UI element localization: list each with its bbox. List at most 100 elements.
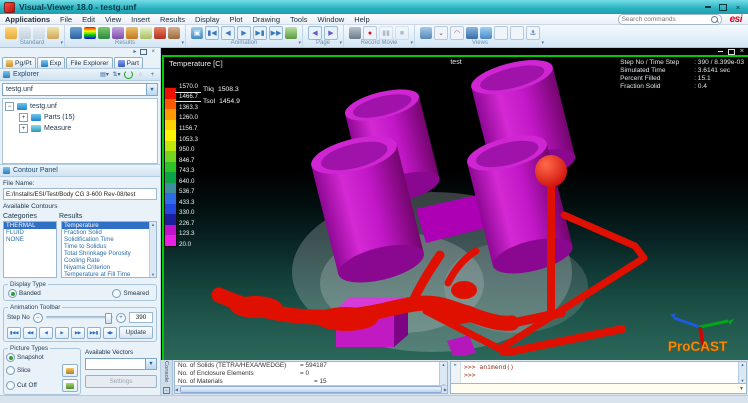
iso-view-icon[interactable] [420,27,432,39]
first-frame-icon[interactable]: ▮◀ [205,26,219,40]
mdi-close-icon[interactable]: × [740,48,744,55]
search-commands-box[interactable] [618,14,722,25]
cut-icon[interactable] [19,27,31,39]
group-overflow-arrow[interactable]: ▾ [60,40,63,46]
radio-banded[interactable]: Banded [8,289,41,298]
console-expand-icon[interactable]: + [163,387,170,394]
group-overflow-arrow[interactable]: ▾ [339,40,342,46]
next-page-icon[interactable]: ▶ [324,26,338,40]
step-increment-icon[interactable]: + [116,313,126,323]
step-forward-button[interactable]: ▶▶ [71,327,85,339]
refresh-icon[interactable] [124,70,133,79]
contour-icon[interactable] [84,27,96,39]
section-cut-icon[interactable] [126,27,138,39]
menu-file[interactable]: File [55,15,77,24]
menu-display[interactable]: Display [190,15,225,24]
menu-applications[interactable]: Applications [0,15,55,24]
step-slider[interactable] [46,316,113,319]
results-panel-icon[interactable] [70,27,82,39]
camera-icon[interactable] [349,27,361,39]
menu-window[interactable]: Window [313,15,350,24]
tree-options-icon[interactable]: ▤▾ [100,71,109,79]
copy-icon[interactable] [33,27,45,39]
tab-exp[interactable]: Exp [37,57,66,68]
loop-button[interactable]: ◀▶ [103,327,117,339]
spin-view-icon[interactable] [466,27,478,39]
first-step-button[interactable]: ▮◀◀ [7,327,21,339]
stop-icon[interactable]: ■ [395,26,409,40]
expand-icon[interactable]: + [19,113,28,122]
list-item[interactable]: Temperature [62,222,156,229]
expand-all-icon[interactable]: + [148,71,157,79]
step-decrement-icon[interactable]: − [33,313,43,323]
results-scrollbar[interactable]: ▲▼ [149,222,156,277]
cutoff-tool-button[interactable] [62,379,78,392]
python-input[interactable] [451,384,737,394]
render-area[interactable]: Temperature [C] test Step No / Time Step… [162,55,748,362]
note-icon[interactable]: ◌ [136,71,145,79]
menu-plot[interactable]: Plot [225,15,248,24]
report-icon[interactable] [140,27,152,39]
rotate-view-icon[interactable]: ◠ [450,26,464,40]
radio-smeared[interactable]: Smeared [112,289,149,298]
fringe-plot-icon[interactable] [98,27,110,39]
prev-frame-icon[interactable]: ◀ [221,26,235,40]
console-tab[interactable]: Console + [161,360,173,395]
group-overflow-arrow[interactable]: ▾ [410,40,413,46]
prev-page-icon[interactable]: ◀ [308,26,322,40]
play-button[interactable]: ▶ [55,327,69,339]
record-icon[interactable]: ● [363,26,377,40]
categories-list[interactable]: THERMAL FLUID NONE [3,221,57,278]
export-animation-icon[interactable] [285,27,297,39]
next-frame-icon[interactable]: ▶▮ [253,26,267,40]
fit-view-icon[interactable] [510,26,524,40]
step-value-field[interactable] [129,312,153,323]
group-overflow-arrow[interactable]: ▾ [298,40,301,46]
file-name-field[interactable]: E:/Installs/ESI/Test/Body CG 3-600 Rev-0… [3,188,157,200]
chevron-down-icon[interactable]: ▼ [145,359,156,369]
probe-icon[interactable] [154,27,166,39]
menu-drawing[interactable]: Drawing [247,15,285,24]
radio-slice[interactable]: Slice [6,366,31,375]
last-step-button[interactable]: ▶▶▮ [87,327,101,339]
group-overflow-arrow[interactable]: ▾ [181,40,184,46]
menu-tools[interactable]: Tools [285,15,313,24]
float-panel-icon[interactable] [140,49,147,55]
mdi-minimize-icon[interactable] [718,51,723,53]
triad-icon[interactable]: ⌄ [434,26,448,40]
close-panel-icon[interactable]: × [151,49,155,55]
list-item[interactable]: Cooling Rate [62,257,156,264]
close-button[interactable]: × [732,2,744,12]
vectors-combo[interactable]: ▼ [85,358,157,370]
step-back-button[interactable]: ◀ [39,327,53,339]
mdi-restore-icon[interactable] [728,49,735,55]
chevron-down-icon[interactable]: ▼ [737,386,746,392]
menu-view[interactable]: View [100,15,126,24]
fast-back-button[interactable]: ◀◀ [23,327,37,339]
chevron-down-icon[interactable]: ▼ [146,84,157,95]
results-list[interactable]: Temperature Fraction Solid Solidificatio… [61,221,157,278]
group-overflow-arrow[interactable]: ▾ [541,40,544,46]
zoom-area-icon[interactable] [494,26,508,40]
pause-icon[interactable]: ▮▮ [379,26,393,40]
python-output[interactable]: ▸ >>> animend() >>> ▲▼ [450,361,747,384]
tab-file-explorer[interactable]: File Explorer [66,57,112,68]
slice-tool-button[interactable] [62,364,78,377]
menu-insert[interactable]: Insert [126,15,155,24]
paste-icon[interactable] [47,27,59,39]
mesh-stats-console[interactable]: No. of Solids (TETRA/HEXA/WEDGE)= 594187… [174,361,448,394]
filter-icon[interactable] [168,27,180,39]
expand-icon[interactable]: + [19,124,28,133]
stats-horizontal-scrollbar[interactable]: ◀▶ [175,385,447,393]
python-input-row[interactable]: ▼ [450,384,747,394]
menu-edit[interactable]: Edit [77,15,100,24]
list-item[interactable]: NONE [4,236,56,243]
list-item[interactable]: Time to Solidus [62,243,156,250]
list-item[interactable]: Solidification Time [62,236,156,243]
maximize-button[interactable] [717,2,729,12]
tab-pgpt[interactable]: Pg/Pt [2,57,36,68]
search-input[interactable] [622,15,711,23]
settings-button[interactable]: Settings [85,375,157,388]
collapse-icon[interactable]: − [5,102,14,111]
pan-icon[interactable] [480,27,492,39]
